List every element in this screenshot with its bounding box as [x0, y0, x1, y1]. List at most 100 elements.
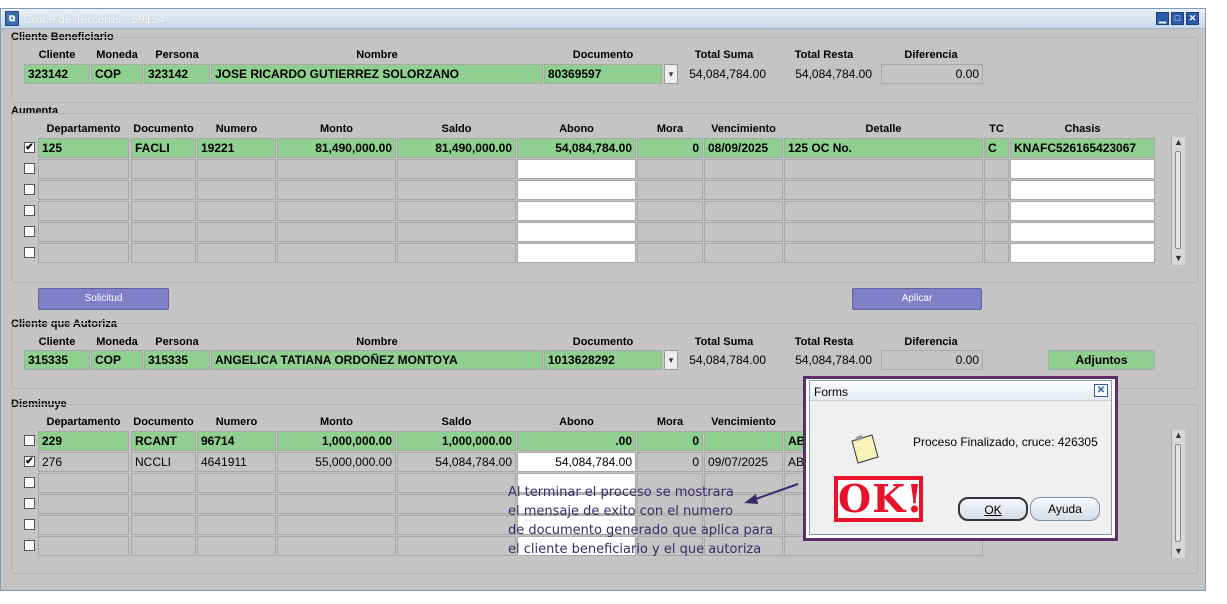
header-total-suma: Total Suma: [694, 49, 754, 61]
disminuye-cell-vencimiento: 09/07/2025: [704, 452, 783, 472]
aumenta-cell-chasis[interactable]: [1010, 201, 1155, 221]
aumenta-cell-tc: [984, 222, 1009, 242]
disminuye-cell-departamento: 229: [38, 431, 129, 451]
beneficiario-moneda-field[interactable]: COP: [91, 64, 143, 84]
row-checkbox[interactable]: [24, 519, 35, 530]
disminuye-cell-departamento: [38, 515, 129, 535]
aumenta-cell-detalle: 125 OC No.: [784, 138, 983, 158]
row-checkbox[interactable]: [24, 163, 35, 174]
aumenta-cell-departamento: 125: [38, 138, 129, 158]
aumenta-cell-chasis[interactable]: [1010, 180, 1155, 200]
aplicar-button[interactable]: Aplicar: [852, 288, 982, 310]
close-icon[interactable]: ✕: [1186, 12, 1199, 25]
dialog-titlebar: Forms ✕: [810, 381, 1111, 401]
disminuye-cell-departamento: [38, 536, 129, 556]
disminuye-cell-monto: [277, 473, 396, 493]
aumenta-cell-documento: [131, 180, 196, 200]
aumenta-cell-abono[interactable]: [517, 222, 636, 242]
close-icon[interactable]: ✕: [1094, 384, 1108, 397]
adjuntos-button[interactable]: Adjuntos: [1048, 350, 1155, 370]
autoriza-nombre-field[interactable]: ANGELICA TATIANA ORDOÑEZ MONTOYA: [211, 350, 543, 370]
aumenta-cell-mora: [637, 222, 703, 242]
header-saldo: Saldo: [441, 123, 472, 135]
scroll-thumb[interactable]: [1175, 151, 1181, 249]
aumenta-cell-abono[interactable]: [517, 159, 636, 179]
disminuye-cell-documento: [131, 515, 196, 535]
disminuye-cell-monto: 55,000,000.00: [277, 452, 396, 472]
beneficiario-total-suma: 54,084,784.00: [678, 64, 770, 84]
minimize-icon[interactable]: ▁: [1156, 12, 1169, 25]
disminuye-scrollbar[interactable]: ▲ ▼: [1171, 430, 1185, 558]
documento-dropdown-icon[interactable]: ▾: [664, 64, 678, 84]
aumenta-cell-abono[interactable]: [517, 243, 636, 263]
row-checkbox[interactable]: [24, 184, 35, 195]
row-checkbox[interactable]: [24, 247, 35, 258]
aumenta-cell-documento: [131, 222, 196, 242]
beneficiario-nombre-field[interactable]: JOSE RICARDO GUTIERREZ SOLORZANO: [211, 64, 543, 84]
row-checkbox[interactable]: [24, 205, 35, 216]
aumenta-cell-documento: [131, 243, 196, 263]
autoriza-documento-field[interactable]: 1013628292: [544, 350, 662, 370]
documento-dropdown-icon[interactable]: ▾: [664, 350, 678, 370]
autoriza-persona-field[interactable]: 315335: [144, 350, 210, 370]
disminuye-cell-abono[interactable]: 54,084,784.00: [517, 452, 636, 472]
aumenta-cell-abono[interactable]: [517, 201, 636, 221]
header-departamento: Departamento: [46, 123, 121, 135]
aumenta-cell-numero: 19221: [197, 138, 276, 158]
aumenta-cell-chasis[interactable]: [1010, 222, 1155, 242]
row-checkbox[interactable]: ✔: [24, 456, 35, 467]
scroll-thumb[interactable]: [1175, 444, 1181, 542]
ok-button[interactable]: OK: [958, 497, 1028, 521]
beneficiario-documento-field[interactable]: 80369597: [544, 64, 662, 84]
window-titlebar: ⧉ Cruce de Terceros - 59154 ▁ □ ✕: [1, 9, 1205, 29]
aumenta-cell-abono[interactable]: [517, 180, 636, 200]
header-nombre: Nombre: [356, 49, 398, 61]
disminuye-cell-monto: [277, 515, 396, 535]
row-checkbox[interactable]: ✔: [24, 142, 35, 153]
header-persona: Persona: [155, 336, 199, 348]
aumenta-cell-monto: [277, 243, 396, 263]
window-title: Cruce de Terceros - 59154: [23, 12, 165, 26]
ayuda-button[interactable]: Ayuda: [1030, 497, 1100, 521]
aumenta-cell-abono[interactable]: 54,084,784.00: [517, 138, 636, 158]
aumenta-cell-saldo: [397, 243, 516, 263]
solicitud-button[interactable]: Solicitud: [38, 288, 169, 310]
ok-stamp: OK!: [834, 476, 923, 522]
disminuye-cell-vencimiento: [704, 431, 783, 451]
autoriza-moneda-field[interactable]: COP: [91, 350, 143, 370]
header-mora: Mora: [656, 123, 684, 135]
row-checkbox[interactable]: [24, 540, 35, 551]
aumenta-cell-chasis[interactable]: [1010, 243, 1155, 263]
disminuye-cell-documento: NCCLI: [131, 452, 196, 472]
disminuye-cell-documento: RCANT: [131, 431, 196, 451]
beneficiario-total-resta: 54,084,784.00: [778, 64, 876, 84]
aumenta-cell-detalle: [784, 201, 983, 221]
row-checkbox[interactable]: [24, 226, 35, 237]
header-cliente: Cliente: [38, 336, 76, 348]
row-checkbox[interactable]: [24, 477, 35, 488]
header-nombre: Nombre: [356, 336, 398, 348]
row-checkbox[interactable]: [24, 498, 35, 509]
header-mora: Mora: [656, 416, 684, 428]
scroll-up-icon[interactable]: ▲: [1172, 430, 1185, 442]
header-total-suma: Total Suma: [694, 336, 754, 348]
scroll-up-icon[interactable]: ▲: [1172, 137, 1185, 149]
scroll-down-icon[interactable]: ▼: [1172, 253, 1185, 265]
row-checkbox[interactable]: [24, 435, 35, 446]
disminuye-cell-numero: 4641911: [197, 452, 276, 472]
maximize-icon[interactable]: □: [1171, 12, 1184, 25]
aumenta-scrollbar[interactable]: ▲ ▼: [1171, 137, 1185, 265]
disminuye-cell-numero: [197, 515, 276, 535]
note-icon: [851, 434, 879, 464]
aumenta-cell-vencimiento: [704, 222, 783, 242]
beneficiario-cliente-field[interactable]: 323142: [24, 64, 90, 84]
disminuye-cell-numero: [197, 473, 276, 493]
beneficiario-persona-field[interactable]: 323142: [144, 64, 210, 84]
disminuye-cell-abono[interactable]: .00: [517, 431, 636, 451]
aumenta-cell-chasis[interactable]: KNAFC526165423067: [1010, 138, 1155, 158]
scroll-down-icon[interactable]: ▼: [1172, 546, 1185, 558]
aumenta-cell-tc: C: [984, 138, 1009, 158]
header-abono: Abono: [559, 416, 594, 428]
autoriza-cliente-field[interactable]: 315335: [24, 350, 90, 370]
aumenta-cell-chasis[interactable]: [1010, 159, 1155, 179]
